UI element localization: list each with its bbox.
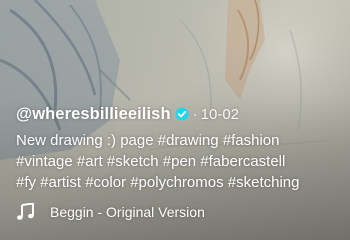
separator-dot: · — [192, 105, 198, 123]
username-link[interactable]: @wheresbillieeilish — [16, 105, 171, 124]
caption-line: #vintage #art #sketch #pen #fabercastell — [16, 153, 286, 170]
music-note-icon — [17, 203, 34, 220]
post-date: 10-02 — [200, 105, 240, 123]
post-meta: @wheresbillieeilish · 10-02 New drawing … — [16, 103, 346, 193]
verified-badge-icon — [175, 107, 189, 121]
music-title: Beggin - Original Version — [50, 204, 205, 220]
caption-line: New drawing :) page #drawing #fashion — [16, 132, 280, 149]
post-caption[interactable]: New drawing :) page #drawing #fashion #v… — [16, 130, 346, 193]
video-feed-screen: @wheresbillieeilish · 10-02 New drawing … — [0, 0, 350, 240]
music-row[interactable]: Beggin - Original Version — [16, 203, 205, 221]
author-row: @wheresbillieeilish · 10-02 — [16, 103, 346, 125]
caption-line: #fy #artist #color #polychromos #sketchi… — [16, 174, 300, 191]
